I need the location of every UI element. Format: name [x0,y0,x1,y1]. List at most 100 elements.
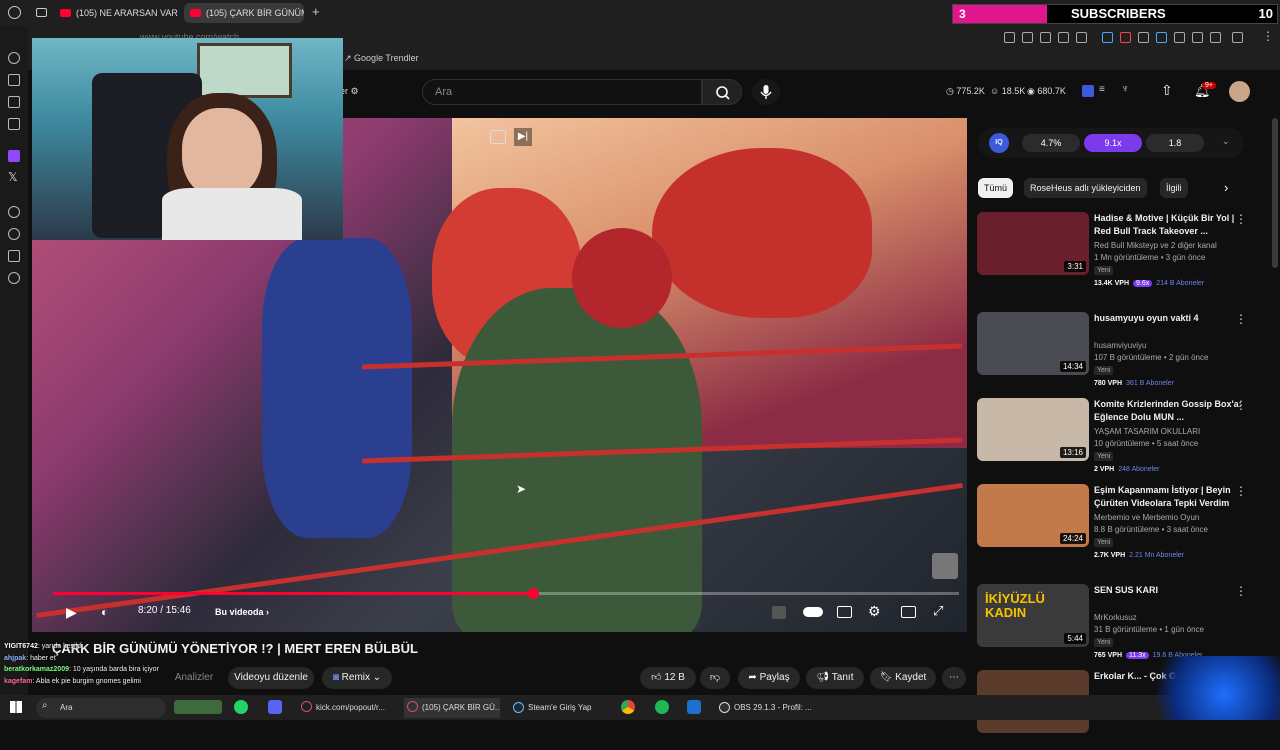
extension-icon[interactable] [1120,32,1131,43]
play-button[interactable]: ▶ [66,604,77,621]
recommendation-title[interactable]: SEN SUS KARI [1094,584,1244,597]
share-button[interactable]: ➦ Paylaş [738,667,800,689]
avatar[interactable] [1229,81,1250,102]
like-button[interactable]: 👍︎ 12 B [640,667,696,689]
miniplayer-button-icon[interactable] [901,606,916,618]
channel-name[interactable]: YAŞAM TASARIM OKULLARI [1094,427,1200,436]
channel-name[interactable]: Merbemio ve Merbemio Oyun [1094,513,1199,522]
recommendation-card[interactable]: 14:34 husamyuyu oyun vakti 4 husamviyuviyu… [977,312,1267,392]
chrome-icon[interactable] [621,700,635,714]
video-thumbnail[interactable]: 14:34 [977,312,1089,375]
extension-icon[interactable] [1004,32,1015,43]
taskbar-item-youtube[interactable]: (105) ÇARK BİR GÜ... [404,698,500,718]
extension-icon[interactable] [1058,32,1069,43]
trophy-icon[interactable]: ♆ [1121,83,1129,95]
channel-name[interactable]: husamviyuviyu [1094,341,1146,350]
more-options-icon[interactable]: ⋮ [1235,312,1247,326]
windows-start-icon[interactable] [10,701,22,713]
twitch-icon[interactable] [8,150,20,162]
extension-icon[interactable] [1102,32,1113,43]
recommendation-card[interactable]: 3:31 Hadise & Motive | Küçük Bir Yol | Re… [977,212,1267,292]
more-options-icon[interactable]: ⋮ [1235,398,1247,412]
dislike-button[interactable]: 👎︎ [700,667,730,689]
progress-bar[interactable] [53,588,959,599]
history-icon[interactable] [8,52,20,64]
search-button[interactable] [702,79,742,105]
new-tab-button[interactable]: + [312,4,320,19]
chip-uploader[interactable]: RoseHeus adlı yükleyiciden [1024,178,1147,198]
extension-icon[interactable] [1192,32,1203,43]
more-options-icon[interactable]: ⋮ [1235,212,1247,226]
autoplay-toggle[interactable] [803,607,823,617]
chevron-down-icon[interactable]: ⌄ [1222,136,1230,147]
save-button[interactable]: 🔖︎ Kaydet [870,667,936,689]
recommendation-card[interactable]: 13:16 Komite Krizlerinden Gossip Box'a: E… [977,398,1267,478]
sidebar-scrollbar[interactable] [1272,118,1278,268]
cube-icon[interactable] [8,250,20,262]
chevron-right-icon[interactable]: › [1224,180,1228,195]
subtitles-icon[interactable] [837,606,852,618]
recommendation-title[interactable]: Hadise & Motive | Küçük Bir Yol | Red Bu… [1094,212,1244,237]
mail-icon[interactable] [8,118,20,130]
taskbar-search[interactable]: Ara [36,698,166,718]
taskbar-item-obs[interactable]: OBS 29.1.3 - Profil: ... [716,698,816,718]
spotify-icon[interactable] [655,700,669,714]
extension-icon[interactable] [1076,32,1087,43]
bookmark-google-trends[interactable]: ↗ Google Trendler [344,53,419,64]
tab-overview-icon[interactable] [36,8,47,17]
more-options-icon[interactable]: ⋮ [1235,584,1247,598]
vidiq-logo-icon[interactable]: IQ [989,133,1009,153]
video-thumbnail[interactable]: İKİYÜZLÜ KADIN 5:44 [977,584,1089,647]
channel-name[interactable]: MrKorkusuz [1094,613,1137,622]
fullscreen-icon[interactable]: ⤢ [933,603,943,619]
edit-video-button[interactable]: Videoyu düzenle [228,667,314,689]
news-widget-icon[interactable] [174,700,222,714]
video-thumbnail[interactable]: 24:24 [977,484,1089,547]
settings-gear-icon[interactable]: ⚙ [868,603,881,620]
clock-icon[interactable] [8,228,20,240]
wallet-icon[interactable] [8,96,20,108]
skip-icon[interactable]: ▶| [514,128,532,146]
taskbar-item-steam[interactable]: Steam'e Giriş Yap [510,698,610,718]
end-screen-thumbnail[interactable] [932,553,958,579]
browser-tab-1[interactable]: (105) NE ARARSAN VAR B [54,3,180,23]
extension-icon[interactable] [1022,32,1033,43]
more-options-icon[interactable]: ⋮ [1235,484,1247,498]
play-icon[interactable] [8,206,20,218]
recommendation-title[interactable]: husamyuyu oyun vakti 4 [1094,312,1244,325]
download-icon[interactable] [1210,32,1221,43]
x-twitter-icon[interactable]: 𝕏 [8,170,18,184]
vidiq-icon[interactable] [1082,85,1094,97]
extension-icon[interactable] [1040,32,1051,43]
recommendation-title[interactable]: Eşim Kapanmamı İstiyor | Beyin Çürüten V… [1094,484,1244,509]
extension-icon[interactable] [1156,32,1167,43]
video-thumbnail[interactable]: 13:16 [977,398,1089,461]
taskbar-item-kick[interactable]: kick.com/popout/r... [298,698,398,718]
whatsapp-icon[interactable] [234,700,248,714]
more-actions-button[interactable]: ⋯ [942,667,966,689]
promote-button[interactable]: 📢︎ Tanıt [806,667,864,689]
miniplayer-icon[interactable] [490,130,506,144]
vidiq-player-icon[interactable] [772,606,786,619]
upload-icon[interactable]: ⇧ [1161,82,1173,99]
recommendation-title[interactable]: Komite Krizlerinden Gossip Box'a: Eğlenc… [1094,398,1244,423]
browser-tab-2-active[interactable]: (105) ÇARK BİR GÜNÜMÜ [184,3,304,23]
remix-button[interactable]: ◙ Remix ⌄ [322,667,392,689]
volume-icon[interactable]: ◐ [101,605,108,619]
extension-icon[interactable] [1138,32,1149,43]
browser-menu-dots-icon[interactable]: ⋮ [1262,29,1274,43]
recommendation-card[interactable]: 24:24 Eşim Kapanmamı İstiyor | Beyin Çürü… [977,484,1267,564]
extension-icon[interactable] [1174,32,1185,43]
discord-icon[interactable] [268,700,282,714]
chip-all[interactable]: Tümü [978,178,1014,198]
search-input[interactable]: Ara [422,79,702,105]
voice-search-button[interactable] [752,79,780,105]
chapter-button[interactable]: Bu videoda › [215,607,269,617]
app-icon[interactable] [687,700,701,714]
video-thumbnail[interactable]: 3:31 [977,212,1089,275]
recommendation-card[interactable]: İKİYÜZLÜ KADIN 5:44 SEN SUS KARI MrKorkusuz… [977,584,1267,664]
chip-related[interactable]: İlgili [1160,178,1188,198]
ai-icon[interactable] [1232,32,1243,43]
channel-name[interactable]: Red Bull Miksteyp ve 2 diğer kanal [1094,241,1217,250]
list-icon[interactable]: ≡ [1099,84,1105,95]
